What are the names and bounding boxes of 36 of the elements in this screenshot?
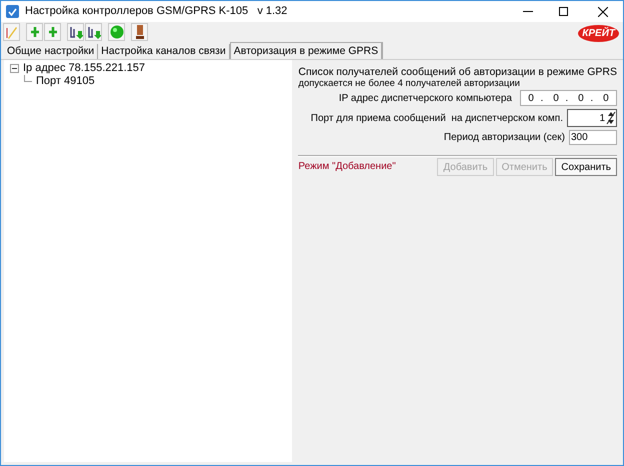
download-icon	[68, 25, 82, 39]
tab[interactable]: Авторизация в режиме GPRS	[230, 42, 384, 59]
plus-arrow-icon	[30, 26, 40, 38]
toolbar-button[interactable]	[67, 23, 84, 41]
period-label: Период авторизации (сек)	[444, 131, 565, 145]
port-spin-field[interactable]: 1	[567, 109, 617, 127]
plus-arrow-icon	[48, 26, 58, 38]
port-label: Порт для приема сообщений на диспетчерском комп.	[310, 112, 563, 126]
close-icon	[598, 6, 608, 16]
dot-separator: .	[590, 92, 594, 106]
collapse-icon[interactable]	[10, 64, 19, 73]
octet-text: 0	[553, 92, 559, 106]
dot-separator: .	[565, 92, 568, 106]
octet-text: 0	[603, 92, 609, 106]
period-field[interactable]: 300	[569, 130, 617, 145]
ball-icon	[110, 25, 124, 39]
logo: КРЕЙТ	[578, 25, 619, 42]
pencil-icon	[6, 25, 18, 39]
ip-address-field[interactable]: 0 . 0 . 0 . 0	[520, 90, 617, 106]
form-button[interactable]: Сохранить	[555, 158, 617, 176]
octet-text: 0	[528, 92, 534, 106]
tab[interactable]: Общие настройки	[4, 44, 98, 59]
note-text: допускается не более 4 получателей авторизации	[298, 78, 521, 89]
download-icon	[86, 25, 100, 39]
mode-text: Режим "Добавление"	[298, 160, 396, 174]
toolbar-button[interactable]	[131, 23, 148, 41]
spin-arrows-icon[interactable]	[606, 111, 616, 125]
plug-icon	[134, 24, 144, 40]
dot-separator: .	[540, 92, 544, 106]
window-title: Настройка контроллеров GSM/GPRS K-105 v 1.32	[25, 4, 288, 20]
app-icon	[6, 5, 19, 18]
toolbar-button[interactable]	[85, 23, 102, 41]
ip-label: IP адрес диспетчерского компьютера	[338, 92, 512, 106]
toolbar-button[interactable]	[3, 23, 20, 41]
list-heading: Список получателей сообщений об авторизации в режиме GPRS	[298, 66, 617, 78]
octet-text: 0	[578, 92, 584, 106]
